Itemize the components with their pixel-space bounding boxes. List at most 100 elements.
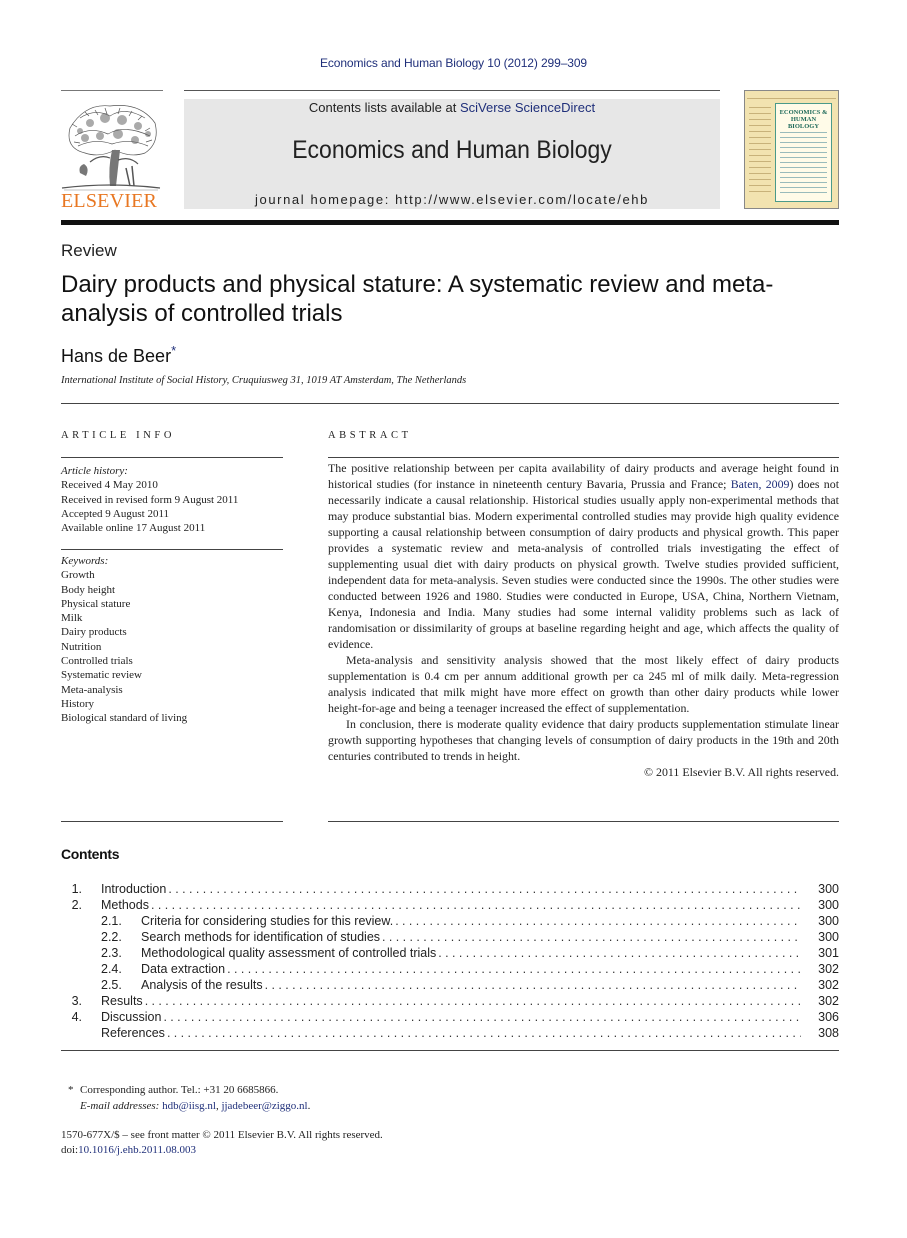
citation-link-baten-2009[interactable]: Baten, 2009 bbox=[731, 477, 790, 491]
toc-entry[interactable]: 2.3. Methodological quality assessment of… bbox=[61, 945, 839, 961]
toc-page-number: 302 bbox=[801, 993, 839, 1009]
toc-label-link[interactable]: Discussion bbox=[101, 1009, 164, 1025]
elsevier-logo-text: ELSEVIER bbox=[61, 190, 158, 212]
article-title: Dairy products and physical stature: A s… bbox=[61, 271, 774, 327]
masthead-divider bbox=[184, 90, 720, 91]
toc-label-link[interactable]: Methodological quality assessment of con… bbox=[141, 945, 439, 961]
keyword: Systematic review bbox=[61, 669, 142, 682]
toc-label-link[interactable]: References bbox=[101, 1025, 167, 1041]
logo-divider bbox=[61, 90, 163, 91]
toc-entry[interactable]: 2.4. Data extraction.....................… bbox=[61, 961, 839, 977]
toc-page-number: 308 bbox=[801, 1025, 839, 1041]
toc-page-number: 301 bbox=[801, 945, 839, 961]
toc-page-number: 302 bbox=[801, 977, 839, 993]
keywords-label: Keywords: bbox=[61, 555, 109, 567]
toc-entry[interactable]: 2.2. Search methods for identification of… bbox=[61, 929, 839, 945]
toc-number: 2.1. bbox=[101, 914, 122, 928]
toc-number: 2.5. bbox=[101, 978, 122, 992]
footnote-mark: * bbox=[68, 1084, 74, 1096]
toc-leader-dots: ........................................… bbox=[382, 930, 801, 944]
keyword: Dairy products bbox=[61, 626, 127, 639]
abstract-heading: ABSTRACT bbox=[328, 430, 412, 441]
keyword: Nutrition bbox=[61, 640, 102, 653]
abstract-copyright: © 2011 Elsevier B.V. All rights reserved… bbox=[644, 765, 839, 779]
toc-label-link[interactable]: Analysis of the results bbox=[141, 977, 265, 993]
toc-page-number: 306 bbox=[801, 1009, 839, 1025]
toc-label-link[interactable]: Methods bbox=[101, 897, 151, 913]
abstract-paragraph-1: The positive relationship between per ca… bbox=[328, 460, 839, 652]
keyword: Body height bbox=[61, 583, 116, 596]
toc-leader-dots: ........................................… bbox=[227, 962, 801, 976]
article-info-rule-top bbox=[61, 457, 283, 458]
keyword: Milk bbox=[61, 612, 83, 625]
keyword: Physical stature bbox=[61, 597, 131, 610]
history-item: Available online 17 August 2011 bbox=[61, 522, 206, 535]
toc-entry[interactable]: 4. Discussion............................… bbox=[61, 1009, 839, 1025]
corresponding-author-mark[interactable]: * bbox=[171, 343, 176, 358]
doi-link[interactable]: 10.1016/j.ehb.2011.08.003 bbox=[78, 1144, 196, 1156]
toc-number: 1. bbox=[71, 882, 82, 896]
homepage-label: journal homepage: bbox=[255, 192, 396, 207]
corresponding-author-footnote: * Corresponding author. Tel.: +31 20 6685… bbox=[68, 1084, 311, 1112]
author-name[interactable]: Hans de Beer bbox=[61, 346, 171, 366]
toc-entry[interactable]: 2.5. Analysis of the results.............… bbox=[61, 977, 839, 993]
toc-number: 2.2. bbox=[101, 930, 122, 944]
toc-entry[interactable]: 3. Results...............................… bbox=[61, 993, 839, 1009]
email-link[interactable]: jjadebeer@ziggo.nl bbox=[221, 1100, 307, 1112]
toc-entry[interactable]: 2.1. Criteria for considering studies for… bbox=[61, 913, 839, 929]
cover-title: ECONOMICS & HUMAN BIOLOGY bbox=[779, 109, 828, 130]
toc-entry[interactable]: 2. Methods...............................… bbox=[61, 897, 839, 913]
corresponding-author-text: Corresponding author. Tel.: +31 20 66858… bbox=[80, 1084, 279, 1096]
toc-number: 2.3. bbox=[101, 946, 122, 960]
toc-label-link[interactable]: Results bbox=[101, 993, 145, 1009]
toc-label-link[interactable]: Criteria for considering studies for thi… bbox=[141, 913, 396, 929]
sciencedirect-link[interactable]: SciVerse ScienceDirect bbox=[460, 100, 595, 115]
toc-leader-dots: ........................................… bbox=[168, 882, 801, 896]
abstract-rule-top bbox=[328, 457, 839, 458]
article-info-heading: ARTICLE INFO bbox=[61, 430, 176, 441]
keyword: Meta-analysis bbox=[61, 683, 123, 696]
toc-leader-dots: ........................................… bbox=[264, 978, 801, 992]
keyword: History bbox=[61, 697, 94, 710]
history-item: Accepted 9 August 2011 bbox=[61, 507, 170, 520]
keyword: Controlled trials bbox=[61, 655, 133, 668]
toc-number: 2. bbox=[71, 898, 82, 912]
cover-toc-lines bbox=[780, 132, 827, 197]
journal-cover-thumbnail[interactable]: ECONOMICS & HUMAN BIOLOGY bbox=[744, 90, 839, 209]
toc-page-number: 300 bbox=[801, 913, 839, 929]
front-matter: 1570-677X/$ – see front matter © 2011 El… bbox=[61, 1128, 383, 1158]
issn-line: 1570-677X/$ – see front matter © 2011 El… bbox=[61, 1129, 383, 1141]
toc-label-link[interactable]: Search methods for identification of stu… bbox=[141, 929, 383, 945]
author-line: Hans de Beer* bbox=[61, 343, 176, 367]
toc-leader-dots: ........................................… bbox=[150, 898, 801, 912]
contents-available-line: Contents lists available at SciVerse Sci… bbox=[184, 100, 720, 115]
contents-available-label: Contents lists available at bbox=[308, 100, 460, 115]
abstract-body: The positive relationship between per ca… bbox=[328, 460, 839, 780]
abstract-paragraph-3: In conclusion, there is moderate quality… bbox=[328, 717, 839, 763]
article-info-rule-bottom bbox=[61, 821, 283, 822]
homepage-url-link[interactable]: http://www.elsevier.com/locate/ehb bbox=[395, 192, 649, 207]
toc-entry[interactable]: References..............................… bbox=[61, 1025, 839, 1041]
table-of-contents: 1. Introduction..........................… bbox=[61, 881, 839, 1041]
toc-leader-dots: ........................................… bbox=[395, 914, 801, 928]
toc-label-link[interactable]: Introduction bbox=[101, 881, 169, 897]
toc-label-link[interactable]: Data extraction bbox=[141, 961, 228, 977]
abstract-text: ) does not necessarily indicate a causal… bbox=[328, 477, 839, 651]
toc-leader-dots: ........................................… bbox=[166, 1026, 801, 1040]
toc-page-number: 300 bbox=[801, 881, 839, 897]
history-item: Received in revised form 9 August 2011 bbox=[61, 493, 239, 506]
doi-prefix: doi: bbox=[61, 1144, 79, 1156]
cover-side-text bbox=[749, 107, 771, 197]
article-type: Review bbox=[61, 241, 117, 260]
keywords: Keywords: Growth Body height Physical st… bbox=[61, 554, 283, 726]
journal-citation-link[interactable]: Economics and Human Biology 10 (2012) 29… bbox=[320, 56, 587, 70]
abstract-rule-bottom bbox=[328, 821, 839, 822]
article-info-rule-mid bbox=[61, 549, 283, 550]
toc-page-number: 300 bbox=[801, 929, 839, 945]
toc-entry[interactable]: 1. Introduction..........................… bbox=[61, 881, 839, 897]
history-item: Received 4 May 2010 bbox=[61, 479, 158, 492]
email-link[interactable]: hdb@iisg.nl bbox=[162, 1100, 216, 1112]
running-head[interactable]: Economics and Human Biology 10 (2012) 29… bbox=[0, 56, 907, 70]
article-history-label: Article history: bbox=[61, 465, 128, 477]
keyword: Biological standard of living bbox=[61, 712, 188, 725]
